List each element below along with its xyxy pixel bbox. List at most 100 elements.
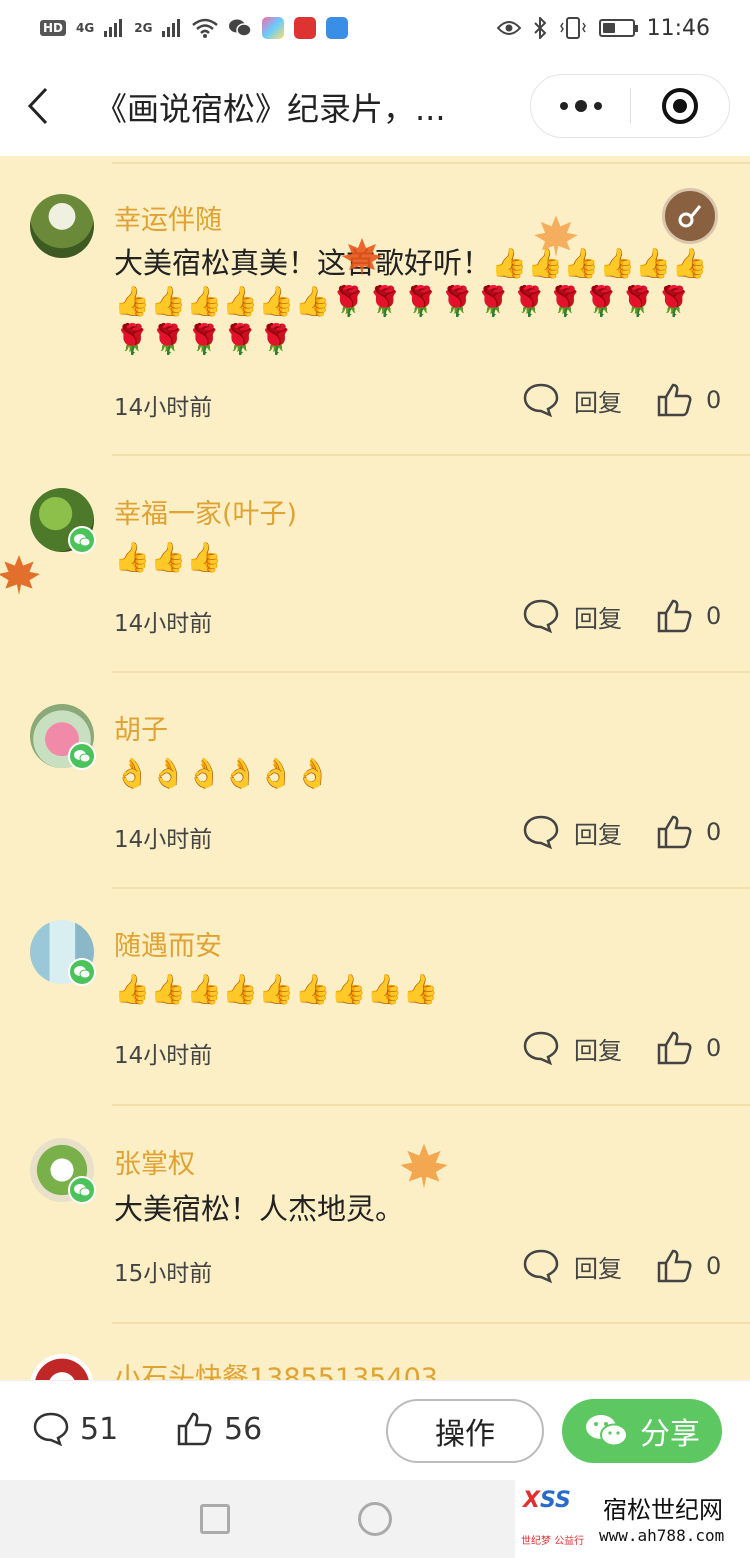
- comment-item: 张掌权 大美宿松！人杰地灵。 15小时前 回复 0: [0, 1106, 750, 1324]
- reply-label: 回复: [574, 820, 622, 849]
- reply-button[interactable]: 回复: [522, 1030, 622, 1066]
- battery-icon: [598, 19, 638, 37]
- like-total: 56: [224, 1411, 263, 1447]
- more-dots-icon: [559, 102, 568, 110]
- comment-username[interactable]: 幸福一家(叶子): [114, 492, 297, 531]
- more-button[interactable]: [531, 75, 630, 137]
- comment-count: 51: [80, 1411, 119, 1447]
- comment-username[interactable]: 张掌权: [114, 1142, 195, 1181]
- status-right: 11:46: [496, 15, 710, 41]
- nav-bar: 《画说宿松》纪录片，...: [0, 56, 750, 156]
- comment-bubble-icon: [523, 1249, 559, 1284]
- like-count: 0: [706, 386, 722, 414]
- like-count-button[interactable]: 56: [176, 1411, 262, 1447]
- eye-icon: [496, 21, 521, 35]
- operate-button[interactable]: 操作: [386, 1399, 544, 1463]
- comment-time: 14小时前: [114, 1043, 213, 1069]
- wechat-icon: [68, 1176, 96, 1204]
- share-label: 分享: [640, 1417, 700, 1452]
- comment-list[interactable]: 幸运伴随 大美宿松真美！这首歌好听！👍👍👍👍👍👍👍👍👍👍👍👍🌹🌹🌹🌹🌹🌹🌹🌹🌹🌹…: [0, 156, 750, 1380]
- clock: 11:46: [646, 15, 710, 41]
- avatar[interactable]: [30, 920, 96, 986]
- reply-button[interactable]: 回复: [522, 382, 622, 418]
- comment-bubble-icon: [523, 599, 559, 634]
- maple-leaf-icon: [534, 215, 578, 257]
- wifi-icon: [192, 18, 219, 38]
- back-button[interactable]: [20, 86, 56, 126]
- comment-username[interactable]: 幸运伴随: [114, 198, 222, 237]
- thumbs-up-icon: [657, 599, 692, 633]
- vibrate-icon: [559, 17, 586, 39]
- gallery-app-icon: [262, 17, 285, 39]
- comment-text: 👌👌👌👌👌👌: [114, 756, 331, 790]
- comment-text: 大美宿松真美！这首歌好听！👍👍👍👍👍👍👍👍👍👍👍👍🌹🌹🌹🌹🌹🌹🌹🌹🌹🌹🌹🌹🌹🌹🌹: [114, 246, 708, 356]
- back-arrow-icon: [27, 87, 48, 125]
- signal-icon: [104, 19, 123, 37]
- thumbs-up-icon: [657, 1031, 692, 1065]
- like-count: 0: [706, 818, 722, 846]
- status-left: HD 4G 2G: [40, 17, 349, 39]
- miniprogram-capsule: [530, 74, 730, 138]
- comment-item: 幸福一家(叶子) 👍👍👍 14小时前 回复 0: [0, 456, 750, 673]
- avatar[interactable]: [30, 704, 96, 770]
- wechat-status-icon: [229, 19, 253, 37]
- reply-label: 回复: [574, 1254, 622, 1283]
- hd-indicator: HD: [40, 20, 67, 36]
- signal-icon: [162, 19, 181, 37]
- thumbs-up-icon: [657, 815, 692, 849]
- comment-bubble-icon: [33, 1412, 69, 1447]
- more-dots-icon: [593, 102, 602, 110]
- maple-leaf-icon: [0, 555, 40, 595]
- network-4g: 4G: [76, 21, 95, 35]
- music-toggle-button[interactable]: [662, 188, 718, 244]
- maple-leaf-icon: [400, 1143, 448, 1189]
- reply-button[interactable]: 回复: [522, 598, 622, 634]
- comment-username[interactable]: 小石头快餐13855135403: [114, 1356, 438, 1380]
- site-watermark: XSS 世纪梦 公益行 宿松世纪网 www.ah788.com: [515, 1480, 750, 1558]
- close-button[interactable]: [631, 75, 729, 137]
- bluetooth-icon: [533, 17, 547, 39]
- watermark-url: www.ah788.com: [599, 1526, 725, 1545]
- network-2g: 2G: [134, 21, 153, 35]
- thumbs-up-icon: [657, 1249, 692, 1283]
- like-count: 0: [706, 1034, 722, 1062]
- recents-button[interactable]: [200, 1504, 230, 1534]
- reply-button[interactable]: 回复: [522, 1248, 622, 1284]
- comment-text: 👍👍👍: [114, 540, 223, 574]
- maple-leaf-icon: [342, 238, 382, 276]
- comment-bubble-icon: [523, 815, 559, 850]
- comment-text: 👍👍👍👍👍👍👍👍👍: [114, 972, 439, 1006]
- avatar[interactable]: [30, 488, 96, 554]
- watermark-site-name: 宿松世纪网: [603, 1496, 723, 1524]
- like-button[interactable]: 0: [656, 598, 721, 634]
- comment-item: 幸运伴随 大美宿松真美！这首歌好听！👍👍👍👍👍👍👍👍👍👍👍👍🌹🌹🌹🌹🌹🌹🌹🌹🌹🌹…: [0, 156, 750, 456]
- reply-button[interactable]: 回复: [522, 814, 622, 850]
- page-title: 《画说宿松》纪录片，...: [95, 90, 446, 128]
- wechat-icon: [68, 526, 96, 554]
- reply-label: 回复: [574, 1036, 622, 1065]
- camera-app-icon: [326, 17, 349, 39]
- comment-username[interactable]: 胡子: [114, 708, 168, 747]
- share-button[interactable]: 分享: [562, 1399, 722, 1463]
- home-button[interactable]: [358, 1502, 392, 1536]
- comment-bubble-icon: [523, 1031, 559, 1066]
- avatar[interactable]: [30, 194, 94, 258]
- comment-username[interactable]: 随遇而安: [114, 924, 222, 963]
- like-button[interactable]: 0: [656, 1248, 721, 1284]
- comment-time: 14小时前: [114, 827, 213, 853]
- like-button[interactable]: 0: [656, 1030, 721, 1066]
- status-bar: HD 4G 2G 11:46: [0, 0, 750, 56]
- battery-fill: [602, 23, 616, 33]
- bottom-bar: 51 56 操作 分享: [0, 1380, 750, 1480]
- thumbs-up-icon: [177, 1412, 212, 1446]
- comment-count-button[interactable]: 51: [32, 1411, 118, 1447]
- wechat-icon: [68, 742, 96, 770]
- comment-item: 随遇而安 👍👍👍👍👍👍👍👍👍 14小时前 回复 0: [0, 888, 750, 1106]
- avatar[interactable]: [30, 1354, 94, 1380]
- avatar[interactable]: [30, 1138, 96, 1204]
- comment-item: 胡子 👌👌👌👌👌👌 14小时前 回复 0: [0, 672, 750, 889]
- like-button[interactable]: 0: [656, 814, 721, 850]
- music-note-icon: [678, 205, 702, 228]
- like-button[interactable]: 0: [656, 382, 721, 418]
- watermark-logo: XSS: [523, 1488, 571, 1513]
